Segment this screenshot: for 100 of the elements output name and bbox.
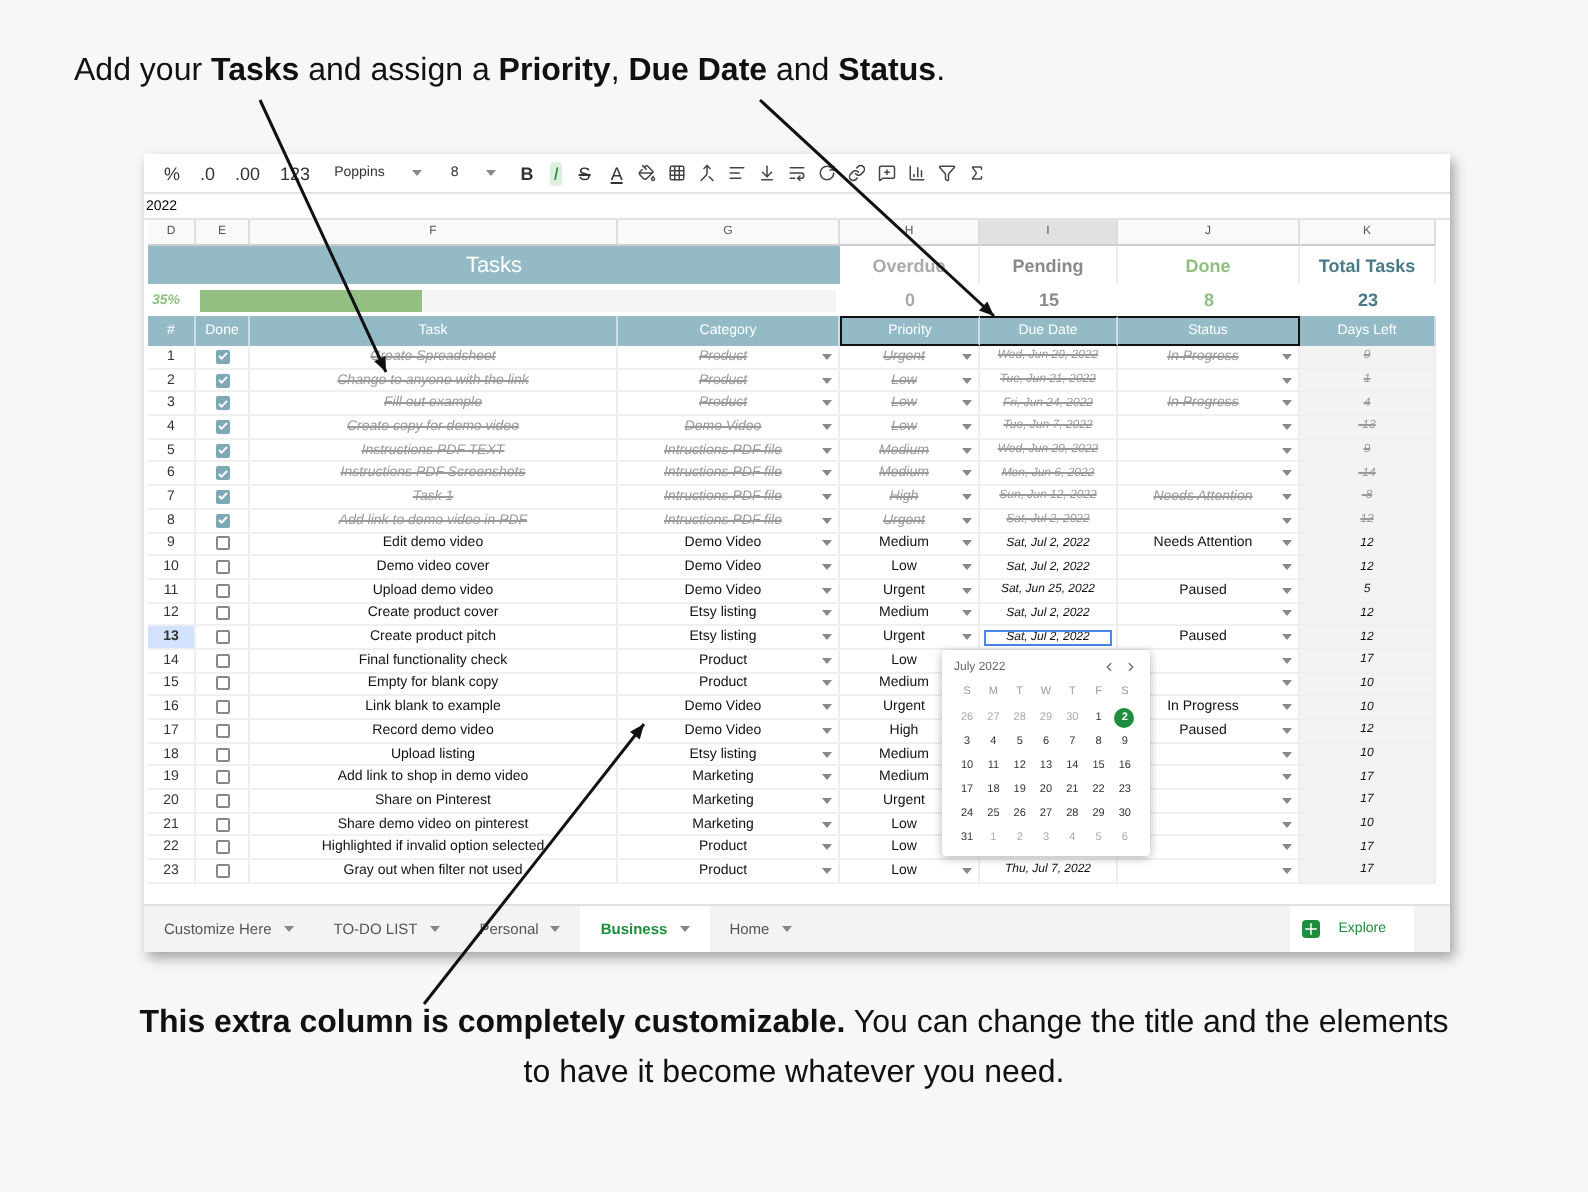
link-icon[interactable] <box>848 164 867 182</box>
checkbox[interactable] <box>215 793 229 808</box>
filter-icon[interactable] <box>938 164 957 182</box>
caret-icon <box>962 400 972 407</box>
caret-icon <box>962 447 972 454</box>
number-format-button[interactable]: % <box>160 161 185 185</box>
checkbox[interactable] <box>215 443 229 458</box>
align-icon[interactable] <box>728 164 747 182</box>
fill-color-icon[interactable] <box>638 164 657 182</box>
wrap-icon[interactable] <box>788 164 807 182</box>
checkbox[interactable] <box>215 349 229 364</box>
caret-icon <box>1282 797 1292 804</box>
text-style-button[interactable]: S <box>574 161 595 185</box>
caret-icon <box>962 470 972 477</box>
checkbox[interactable] <box>215 373 229 388</box>
checkbox[interactable] <box>215 419 229 434</box>
functions-icon[interactable] <box>968 164 987 182</box>
checkbox[interactable] <box>215 653 229 668</box>
caret-icon <box>1282 400 1292 407</box>
caret-icon <box>822 564 832 571</box>
checkbox[interactable] <box>215 747 229 762</box>
borders-icon[interactable] <box>668 164 687 182</box>
rotate-icon[interactable] <box>818 164 837 182</box>
caret-icon <box>822 587 832 594</box>
caret-icon <box>962 564 972 571</box>
checkbox[interactable] <box>215 676 229 691</box>
caret-icon <box>822 447 832 454</box>
caret-icon <box>822 774 832 781</box>
caret-icon <box>962 377 972 384</box>
caret-icon <box>822 727 832 734</box>
checkbox[interactable] <box>215 606 229 621</box>
caret-icon <box>1282 774 1292 781</box>
caret-icon <box>1282 704 1292 711</box>
caret-icon <box>550 926 561 932</box>
caret-icon <box>962 610 972 617</box>
caret-icon <box>1282 657 1292 664</box>
caret-icon <box>1282 587 1292 594</box>
caret-icon <box>822 797 832 804</box>
text-style-button[interactable]: A <box>606 161 627 185</box>
caret-icon <box>429 926 440 932</box>
checkbox[interactable] <box>215 583 229 598</box>
comment-icon[interactable] <box>878 164 897 182</box>
caret-icon <box>962 517 972 524</box>
chart-icon[interactable] <box>908 164 927 182</box>
vertical-align-icon[interactable] <box>758 164 777 182</box>
caption-text: This extra column is completely customizable. You can change the title and the elements to have it become whatever you need. <box>137 1004 1451 1094</box>
merge-icon[interactable] <box>698 164 717 182</box>
caret-icon <box>1282 867 1292 874</box>
stat-value: 0 <box>902 288 917 314</box>
checkbox[interactable] <box>215 863 229 878</box>
caret-icon <box>1282 727 1292 734</box>
caret-icon <box>822 470 832 477</box>
caret-icon <box>1282 470 1292 477</box>
checkbox[interactable] <box>215 560 229 575</box>
caret-icon <box>822 540 832 547</box>
caret-icon <box>486 170 497 176</box>
checkbox[interactable] <box>215 489 229 504</box>
checkbox[interactable] <box>215 536 229 551</box>
checkbox[interactable] <box>215 513 229 528</box>
checkbox[interactable] <box>215 817 229 832</box>
stat-label: Done <box>1118 246 1300 284</box>
caret-icon <box>1282 751 1292 758</box>
checkbox[interactable] <box>215 396 229 411</box>
caret-icon <box>962 353 972 360</box>
stat-label: Pending <box>980 246 1118 284</box>
caret-icon <box>1282 447 1292 454</box>
caret-icon <box>1282 564 1292 571</box>
caret-icon <box>781 926 792 932</box>
caret-icon <box>822 821 832 828</box>
sheet-title: Tasks <box>148 246 840 284</box>
instruction-text: Add your Tasks and assign a Priority, Due Date and Status. <box>72 52 948 92</box>
caret-icon <box>822 610 832 617</box>
caret-icon <box>962 423 972 430</box>
caret-icon <box>1282 493 1292 500</box>
checkbox[interactable] <box>215 840 229 855</box>
caret-icon <box>283 926 294 932</box>
next-icon[interactable] <box>1124 660 1138 674</box>
caret-icon <box>1282 821 1292 828</box>
previous-icon[interactable] <box>1102 660 1116 674</box>
text-style-button[interactable]: B <box>516 161 538 185</box>
stat-value: 8 <box>1201 288 1216 314</box>
caret-icon <box>1282 844 1292 851</box>
caret-icon <box>962 867 972 874</box>
checkbox[interactable] <box>215 630 229 645</box>
plus-icon <box>1302 920 1321 938</box>
caret-icon <box>1282 353 1292 360</box>
checkbox[interactable] <box>215 466 229 481</box>
number-format-button[interactable]: .00 <box>231 161 265 185</box>
caret-icon <box>822 751 832 758</box>
caret-icon <box>679 926 690 932</box>
caret-icon <box>1282 377 1292 384</box>
number-format-button[interactable]: .0 <box>196 161 220 185</box>
caret-icon <box>962 540 972 547</box>
checkbox[interactable] <box>215 700 229 715</box>
caret-icon <box>962 493 972 500</box>
caret-icon <box>822 704 832 711</box>
caret-icon <box>962 634 972 641</box>
checkbox[interactable] <box>215 770 229 785</box>
caret-icon <box>822 423 832 430</box>
checkbox[interactable] <box>215 723 229 738</box>
